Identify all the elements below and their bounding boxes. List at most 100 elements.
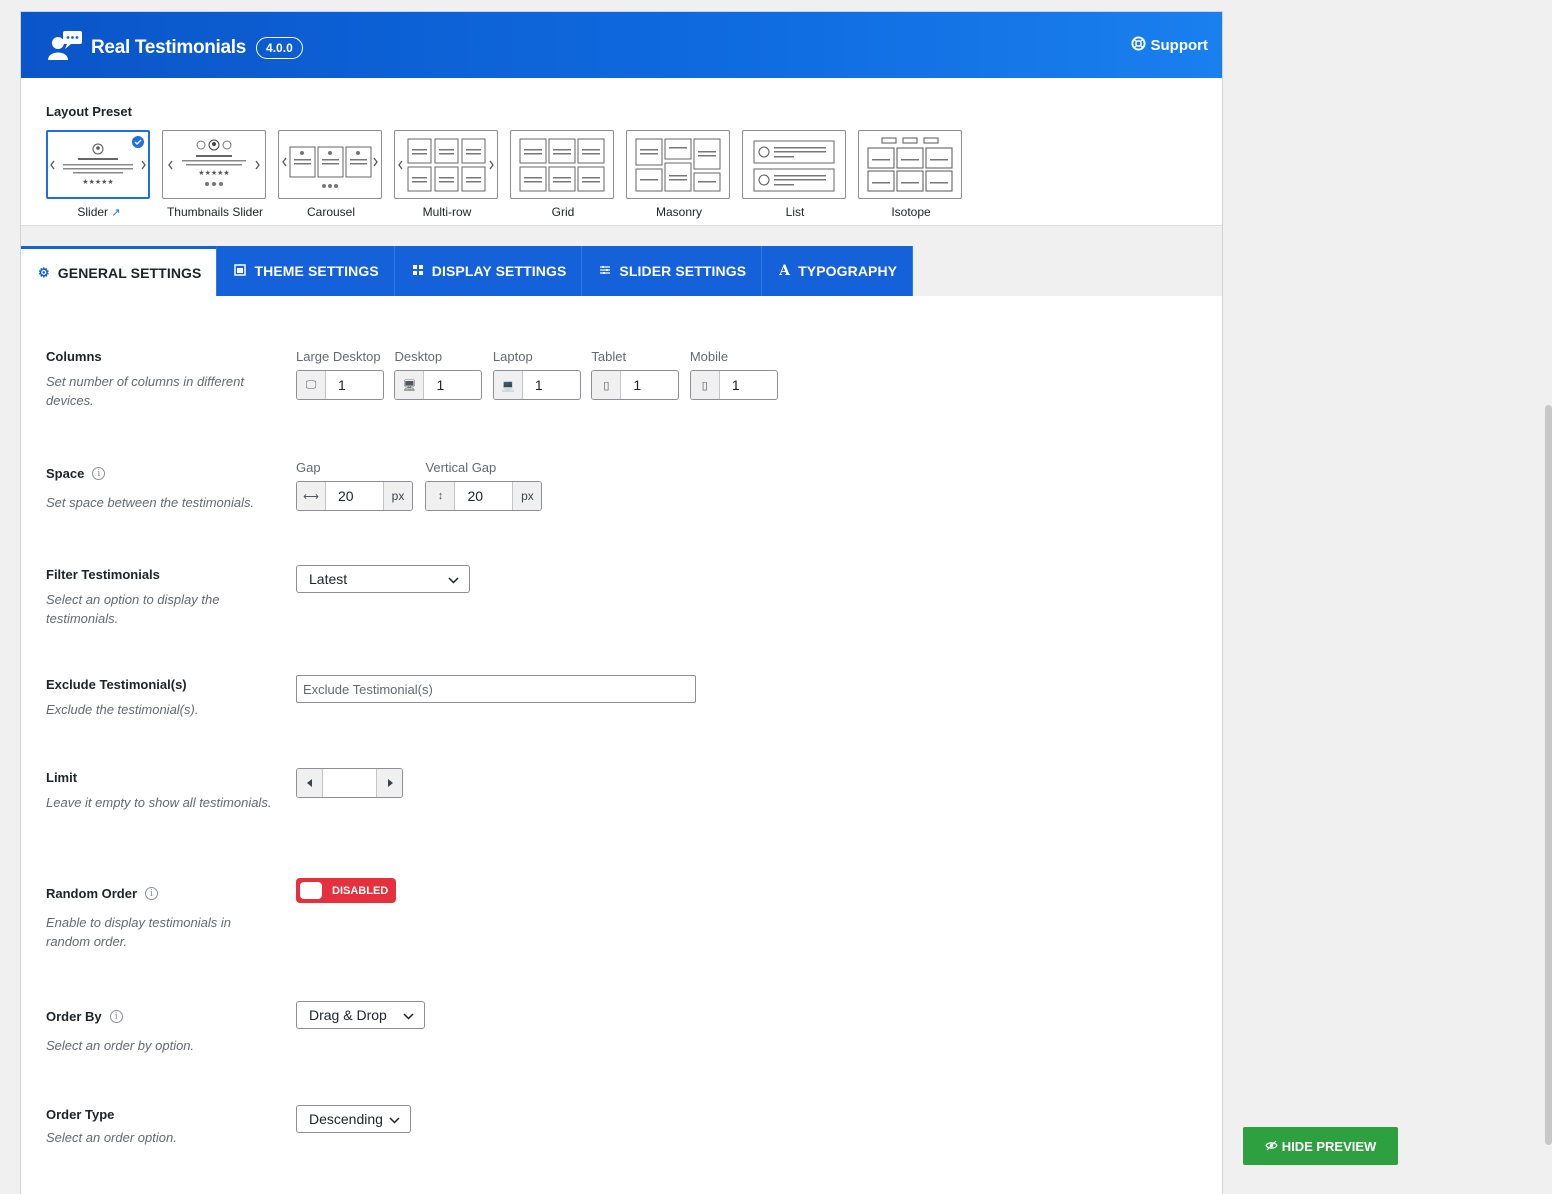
support-label: Support bbox=[1150, 37, 1209, 54]
version-badge: 4.0.0 bbox=[256, 36, 303, 59]
order-by-desc: Select an order by option. bbox=[46, 1038, 195, 1053]
order-type-desc: Select an order option. bbox=[46, 1130, 177, 1145]
gap-input[interactable]: ⟷ 20 px bbox=[296, 481, 413, 511]
external-link-icon[interactable]: ↗ bbox=[111, 207, 120, 219]
tablet-input[interactable]: ▯ 1 bbox=[591, 370, 680, 400]
device-label: Mobile bbox=[689, 349, 729, 364]
preset-multi-row[interactable]: Multi-row bbox=[394, 130, 500, 219]
gap-group: Gap ⟷ 20 px bbox=[296, 460, 413, 511]
layout-preset-title: Layout Preset bbox=[46, 104, 132, 119]
tab-general-settings[interactable]: ⚙ GENERAL SETTINGS bbox=[21, 246, 218, 296]
chevron-down-icon bbox=[448, 571, 459, 587]
info-icon[interactable]: i bbox=[92, 467, 106, 480]
preset-label: List bbox=[785, 205, 805, 219]
filter-select[interactable]: Latest bbox=[296, 565, 470, 593]
chevron-down-icon bbox=[389, 1111, 400, 1127]
select-value: Drag & Drop bbox=[309, 1007, 387, 1023]
limit-input[interactable] bbox=[322, 769, 377, 797]
random-order-controls: DISABLED bbox=[296, 878, 396, 903]
vertical-arrows-icon: ↕ bbox=[426, 482, 456, 510]
decrement-button[interactable] bbox=[297, 769, 322, 797]
random-order-toggle[interactable]: DISABLED bbox=[296, 878, 396, 903]
tablet-icon: ▯ bbox=[592, 371, 622, 399]
input-value: 20 bbox=[338, 488, 354, 504]
increment-button[interactable] bbox=[377, 769, 402, 797]
device-label: Large Desktop bbox=[296, 349, 381, 364]
filter-label: Filter Testimonials bbox=[46, 567, 160, 582]
desktop-input[interactable]: 🖥 1 bbox=[394, 370, 483, 400]
space-desc: Set space between the testimonials. bbox=[46, 495, 255, 510]
select-value: Latest bbox=[309, 571, 348, 587]
hide-preview-label: HIDE PREVIEW bbox=[1281, 1138, 1377, 1154]
tab-slider-settings[interactable]: SLIDER SETTINGS bbox=[582, 246, 763, 296]
order-type-setting: Order Type Select an order option. Desce… bbox=[46, 1105, 1196, 1147]
input-value: 1 bbox=[633, 377, 642, 393]
theme-icon bbox=[234, 263, 247, 279]
exclude-input[interactable]: Exclude Testimonial(s) bbox=[296, 675, 696, 703]
gap-label: Gap bbox=[296, 460, 321, 475]
preset-label: Grid bbox=[551, 205, 575, 219]
monitor-icon: 🖵 bbox=[297, 371, 326, 399]
brand: Real Testimonials 4.0.0 bbox=[47, 30, 303, 65]
tab-theme-settings[interactable]: THEME SETTINGS bbox=[217, 246, 395, 296]
large-desktop-input[interactable]: 🖵 1 bbox=[296, 370, 384, 400]
tab-label: TYPOGRAPHY bbox=[798, 263, 898, 279]
order-type-select[interactable]: Descending bbox=[296, 1105, 411, 1133]
preset-carousel[interactable]: Carousel bbox=[278, 130, 384, 219]
device-label: Tablet bbox=[591, 349, 627, 364]
vertical-gap-input[interactable]: ↕ 20 px bbox=[425, 481, 543, 511]
toggle-knob bbox=[300, 882, 322, 899]
svg-text:★★★★★: ★★★★★ bbox=[198, 169, 229, 177]
space-controls: Gap ⟷ 20 px Vertical Gap ↕ 20 px bbox=[296, 460, 548, 511]
exclude-controls: Exclude Testimonial(s) bbox=[296, 675, 696, 703]
order-by-select[interactable]: Drag & Drop bbox=[296, 1001, 425, 1029]
random-order-setting: Random Order i Enable to display testimon… bbox=[46, 878, 1196, 951]
input-value: 20 bbox=[467, 488, 484, 504]
random-order-label: Random Order i bbox=[46, 886, 1196, 901]
vertical-gap-label: Vertical Gap bbox=[425, 460, 497, 475]
mobile-icon: ▯ bbox=[690, 371, 720, 399]
desktop-icon: 🖥 bbox=[395, 371, 425, 399]
masonry-preview-icon bbox=[626, 130, 730, 199]
column-laptop: Laptop 💻 1 bbox=[492, 349, 581, 400]
tab-typography[interactable]: A TYPOGRAPHY bbox=[762, 246, 914, 296]
preset-grid[interactable]: Grid bbox=[510, 130, 616, 219]
column-mobile: Mobile ▯ 1 bbox=[689, 349, 778, 400]
info-icon[interactable]: i bbox=[145, 887, 159, 900]
font-icon: A bbox=[779, 263, 791, 279]
preset-isotope[interactable]: Isotope bbox=[858, 130, 964, 219]
columns-controls: Large Desktop 🖵 1 Desktop 🖥 1 Laptop 💻 1 Ta… bbox=[296, 349, 784, 400]
toggle-state: DISABLED bbox=[332, 884, 389, 897]
info-icon[interactable]: i bbox=[109, 1010, 123, 1023]
preset-label: Thumbnails Slider bbox=[166, 205, 264, 219]
preset-masonry[interactable]: Masonry bbox=[626, 130, 732, 219]
limit-desc: Leave it empty to show all testimonials. bbox=[46, 795, 272, 810]
limit-spinner[interactable] bbox=[296, 768, 403, 798]
page-scrollbar[interactable] bbox=[1545, 405, 1552, 1145]
laptop-input[interactable]: 💻 1 bbox=[492, 370, 581, 400]
preset-slider[interactable]: ★★★★★ Slider ↗ bbox=[46, 130, 152, 219]
space-label: Space i bbox=[46, 466, 1196, 481]
hide-preview-button[interactable]: HIDE PREVIEW bbox=[1243, 1127, 1398, 1165]
preset-label: Masonry bbox=[655, 205, 702, 219]
support-link[interactable]: Support bbox=[1130, 36, 1209, 55]
horizontal-arrows-icon: ⟷ bbox=[297, 482, 326, 510]
order-type-label: Order Type bbox=[46, 1107, 115, 1122]
column-tablet: Tablet ▯ 1 bbox=[591, 349, 680, 400]
preset-list[interactable]: List bbox=[742, 130, 848, 219]
limit-controls bbox=[296, 768, 403, 798]
input-value: 1 bbox=[338, 377, 346, 393]
device-label: Desktop bbox=[394, 349, 443, 364]
tab-display-settings[interactable]: DISPLAY SETTINGS bbox=[394, 246, 583, 296]
layout-preset-section: Layout Preset ★★★★★ Slider ↗ ★★★★★ Thumb… bbox=[21, 78, 1222, 226]
selected-check-icon bbox=[132, 136, 144, 148]
preset-thumbnails-slider[interactable]: ★★★★★ Thumbnails Slider bbox=[162, 130, 268, 219]
columns-setting: Columns Set number of columns in differe… bbox=[46, 349, 1196, 410]
filter-controls: Latest bbox=[296, 565, 470, 593]
tab-label: THEME SETTINGS bbox=[254, 263, 379, 279]
mobile-input[interactable]: ▯ 1 bbox=[689, 370, 778, 400]
slider-preview-icon: ★★★★★ bbox=[46, 130, 150, 199]
input-value: 1 bbox=[731, 377, 740, 393]
svg-text:★★★★★: ★★★★★ bbox=[82, 178, 113, 186]
isotope-preview-icon bbox=[858, 130, 962, 199]
